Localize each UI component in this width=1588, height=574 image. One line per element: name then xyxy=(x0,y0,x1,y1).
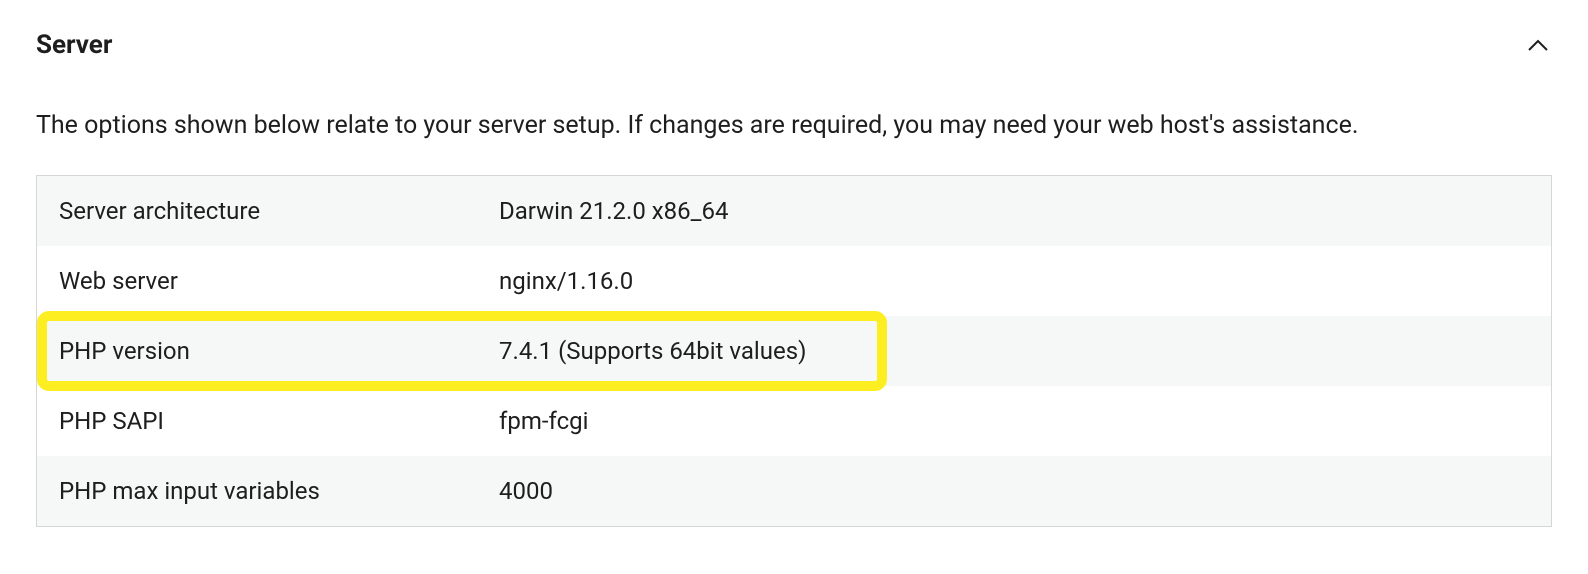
table-row: Server architecture Darwin 21.2.0 x86_64 xyxy=(37,176,1551,246)
chevron-up-icon xyxy=(1527,38,1549,52)
server-info-table: Server architecture Darwin 21.2.0 x86_64… xyxy=(36,175,1552,527)
row-label: PHP max input variables xyxy=(59,477,499,505)
row-label: Web server xyxy=(59,267,499,295)
row-label: Server architecture xyxy=(59,197,499,225)
row-value: 4000 xyxy=(499,477,553,505)
row-label: PHP version xyxy=(59,337,499,365)
table-row: Web server nginx/1.16.0 xyxy=(37,246,1551,316)
row-value: 7.4.1 (Supports 64bit values) xyxy=(499,337,806,365)
row-label: PHP SAPI xyxy=(59,407,499,435)
collapse-toggle[interactable] xyxy=(1524,31,1552,59)
table-row: PHP SAPI fpm-fcgi xyxy=(37,386,1551,456)
table-row-highlighted: PHP version 7.4.1 (Supports 64bit values… xyxy=(37,316,1551,386)
section-description: The options shown below relate to your s… xyxy=(36,108,1552,143)
row-value: Darwin 21.2.0 x86_64 xyxy=(499,197,728,225)
row-value: fpm-fcgi xyxy=(499,407,588,435)
section-title: Server xyxy=(36,30,112,60)
section-header: Server xyxy=(36,30,1552,60)
row-value: nginx/1.16.0 xyxy=(499,267,633,295)
table-row: PHP max input variables 4000 xyxy=(37,456,1551,526)
